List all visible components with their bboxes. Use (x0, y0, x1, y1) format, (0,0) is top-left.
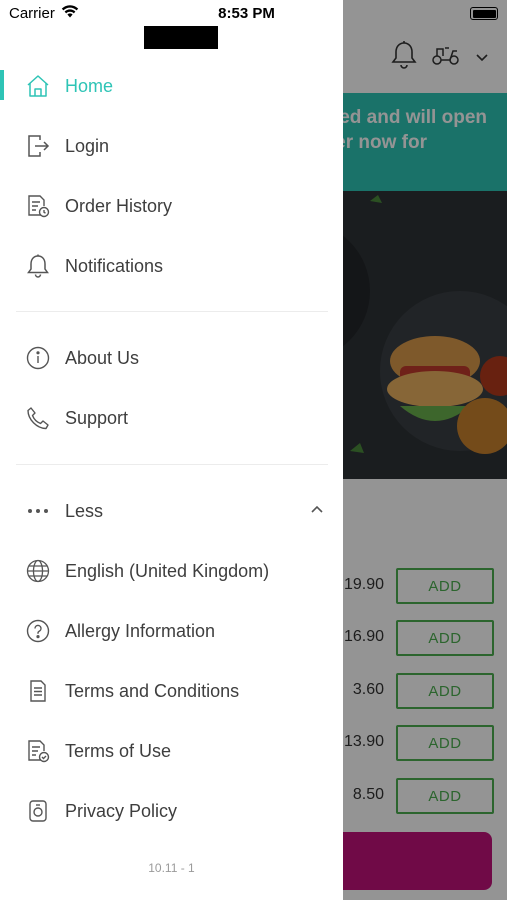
menu-item-allergy-information[interactable]: Allergy Information (0, 604, 343, 658)
menu-item-label: Notifications (65, 255, 164, 276)
chevron-up-icon (309, 501, 325, 522)
battery-icon (470, 7, 498, 20)
menu-item-login[interactable]: Login (0, 119, 343, 173)
menu-item-home[interactable]: Home (0, 59, 343, 113)
info-icon (24, 344, 52, 372)
bell-icon (24, 252, 52, 280)
menu-item-label: Privacy Policy (65, 800, 178, 821)
menu-item-language[interactable]: English (United Kingdom) (0, 544, 343, 598)
menu-item-terms-and-conditions[interactable]: Terms and Conditions (0, 664, 343, 718)
menu-item-label: About Us (65, 347, 140, 368)
menu-item-terms-of-use[interactable]: Terms of Use (0, 724, 343, 778)
menu-item-label: Allergy Information (65, 620, 216, 641)
privacy-icon (24, 797, 52, 825)
menu-item-notifications[interactable]: Notifications (0, 239, 343, 293)
document-check-icon (24, 737, 52, 765)
menu-item-support[interactable]: Support (0, 391, 343, 445)
menu-item-about-us[interactable]: About Us (0, 331, 343, 385)
menu-item-label: Terms of Use (65, 740, 172, 761)
status-bar: Carrier 8:53 PM (0, 0, 507, 28)
side-drawer: Home Login Order History Notifications A… (0, 0, 343, 900)
phone-icon (24, 404, 52, 432)
menu-divider (16, 464, 328, 465)
menu-item-less-toggle[interactable]: Less (0, 484, 343, 538)
menu-item-label: Less (65, 500, 104, 521)
question-icon (24, 617, 52, 645)
menu-item-label: Order History (65, 195, 173, 216)
order-history-icon (24, 192, 52, 220)
globe-icon (24, 557, 52, 585)
more-dots-icon (24, 497, 52, 525)
menu-item-privacy-policy[interactable]: Privacy Policy (0, 784, 343, 838)
home-icon (24, 72, 52, 100)
menu-item-label: Home (65, 75, 114, 96)
login-icon (24, 132, 52, 160)
menu-item-label: English (United Kingdom) (65, 560, 270, 581)
redacted-block (144, 26, 218, 49)
menu-item-order-history[interactable]: Order History (0, 179, 343, 233)
menu-item-label: Login (65, 135, 110, 156)
menu-item-label: Terms and Conditions (65, 680, 240, 701)
menu-divider (16, 311, 328, 312)
document-icon (24, 677, 52, 705)
menu-item-label: Support (65, 407, 129, 428)
status-time: 8:53 PM (218, 5, 275, 22)
app-version: 10.11 - 1 (148, 861, 195, 875)
